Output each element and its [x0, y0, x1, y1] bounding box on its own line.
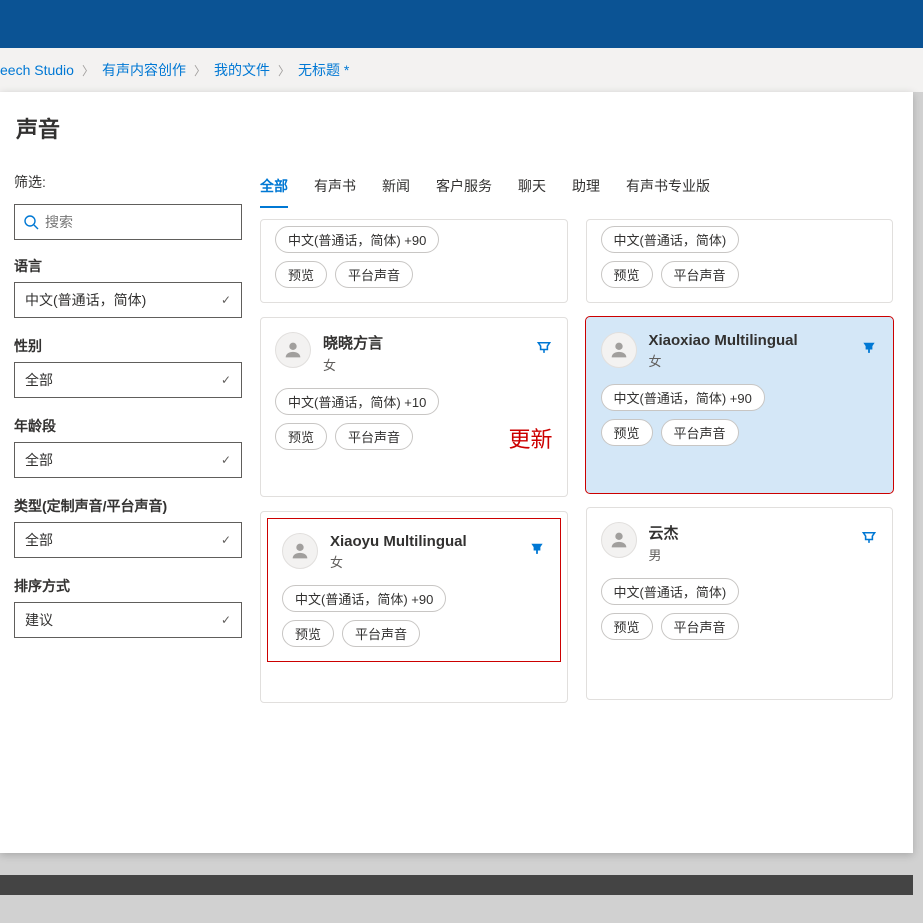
avatar [282, 533, 318, 569]
pin-icon[interactable] [860, 526, 878, 547]
search-field[interactable] [45, 214, 233, 230]
language-chip: 中文(普通话，简体) +90 [275, 226, 439, 253]
top-banner [0, 0, 923, 48]
voice-name: Xiaoxiao Multilingual [649, 332, 798, 349]
language-select[interactable]: 中文(普通话，简体) ✓ [14, 282, 242, 318]
main-content: 全部 有声书 新闻 客户服务 聊天 助理 有声书专业版 中文(普通话，简体) +… [260, 172, 893, 703]
pin-icon[interactable] [860, 336, 878, 357]
chevron-down-icon: ✓ [221, 293, 231, 307]
category-tabs: 全部 有声书 新闻 客户服务 聊天 助理 有声书专业版 [260, 172, 893, 209]
breadcrumb: eech Studio 〉 有声内容创作 〉 我的文件 〉 无标题 * [0, 48, 923, 92]
platform-chip: 平台声音 [661, 613, 739, 640]
pin-icon[interactable] [535, 336, 553, 357]
breadcrumb-item[interactable]: eech Studio [0, 62, 74, 78]
chevron-right-icon: 〉 [82, 62, 94, 79]
sort-label: 排序方式 [14, 576, 242, 596]
chevron-down-icon: ✓ [221, 453, 231, 467]
type-select[interactable]: 全部 ✓ [14, 522, 242, 558]
chevron-down-icon: ✓ [221, 373, 231, 387]
type-value: 全部 [25, 530, 53, 550]
platform-chip: 平台声音 [661, 261, 739, 288]
sort-select[interactable]: 建议 ✓ [14, 602, 242, 638]
preview-chip[interactable]: 预览 [275, 423, 327, 450]
voice-gender: 女 [330, 552, 467, 571]
breadcrumb-item[interactable]: 我的文件 [214, 60, 270, 80]
filter-heading: 筛选: [14, 172, 242, 192]
gender-value: 全部 [25, 370, 53, 390]
platform-chip: 平台声音 [342, 620, 420, 647]
tab-audiobook[interactable]: 有声书 [314, 172, 356, 208]
chevron-down-icon: ✓ [221, 613, 231, 627]
language-chip: 中文(普通话，简体) +90 [282, 585, 446, 612]
age-select[interactable]: 全部 ✓ [14, 442, 242, 478]
platform-chip: 平台声音 [661, 419, 739, 446]
preview-chip[interactable]: 预览 [275, 261, 327, 288]
search-icon [23, 214, 39, 230]
voice-card[interactable]: 中文(普通话，简体) 预览 平台声音 [586, 219, 894, 303]
avatar [601, 522, 637, 558]
voice-name: 晓晓方言 [323, 332, 383, 353]
age-value: 全部 [25, 450, 53, 470]
voice-name: 云杰 [649, 522, 679, 543]
voice-card-yunjie[interactable]: 云杰 男 中文(普通话，简体) 预览 平台声音 [586, 507, 894, 700]
tab-all[interactable]: 全部 [260, 172, 288, 208]
voice-card-xiaoyu-wrapper[interactable]: Xiaoyu Multilingual 女 中文(普通话，简体) +90 预览 … [260, 511, 568, 703]
sort-value: 建议 [25, 610, 53, 630]
type-label: 类型(定制声音/平台声音) [14, 496, 242, 516]
voice-name: Xiaoyu Multilingual [330, 533, 467, 550]
pin-icon[interactable] [528, 537, 546, 558]
preview-chip[interactable]: 预览 [601, 261, 653, 288]
breadcrumb-item[interactable]: 无标题 * [298, 60, 349, 80]
preview-chip[interactable]: 预览 [282, 620, 334, 647]
tab-chat[interactable]: 聊天 [518, 172, 546, 208]
preview-chip[interactable]: 预览 [601, 613, 653, 640]
page-title: 声音 [16, 112, 893, 144]
avatar [275, 332, 311, 368]
platform-chip: 平台声音 [335, 261, 413, 288]
language-label: 语言 [14, 256, 242, 276]
voices-panel: 声音 筛选: 语言 中文(普通话，简体) ✓ 性别 全部 ✓ 年龄段 全部 ✓ [0, 92, 913, 853]
language-chip: 中文(普通话，简体) +10 [275, 388, 439, 415]
language-chip: 中文(普通话，简体) +90 [601, 384, 765, 411]
voice-gender: 男 [649, 545, 679, 564]
platform-chip: 平台声音 [335, 423, 413, 450]
language-chip: 中文(普通话，简体) [601, 578, 740, 605]
tab-news[interactable]: 新闻 [382, 172, 410, 208]
avatar [601, 332, 637, 368]
language-value: 中文(普通话，简体) [25, 290, 146, 310]
gender-label: 性别 [14, 336, 242, 356]
voice-gender: 女 [649, 351, 798, 370]
gender-select[interactable]: 全部 ✓ [14, 362, 242, 398]
voice-card-xiaoxiao-dialect[interactable]: 晓晓方言 女 中文(普通话，简体) +10 预览 平台声音 [260, 317, 568, 497]
language-chip: 中文(普通话，简体) [601, 226, 740, 253]
age-label: 年龄段 [14, 416, 242, 436]
voice-card-xiaoxiao-multilingual[interactable]: Xiaoxiao Multilingual 女 中文(普通话，简体) +90 预… [586, 317, 894, 493]
chevron-down-icon: ✓ [221, 533, 231, 547]
breadcrumb-item[interactable]: 有声内容创作 [102, 60, 186, 80]
footer-bar [0, 875, 913, 895]
chevron-right-icon: 〉 [278, 62, 290, 79]
filter-sidebar: 筛选: 语言 中文(普通话，简体) ✓ 性别 全部 ✓ 年龄段 全部 ✓ 类型(… [14, 172, 242, 703]
tab-audiobook-pro[interactable]: 有声书专业版 [626, 172, 710, 208]
preview-chip[interactable]: 预览 [601, 419, 653, 446]
voice-card[interactable]: 中文(普通话，简体) +90 预览 平台声音 [260, 219, 568, 303]
tab-customer-service[interactable]: 客户服务 [436, 172, 492, 208]
tab-assistant[interactable]: 助理 [572, 172, 600, 208]
voice-card-xiaoyu-multilingual[interactable]: Xiaoyu Multilingual 女 中文(普通话，简体) +90 预览 … [267, 518, 561, 662]
search-input[interactable] [14, 204, 242, 240]
voice-gender: 女 [323, 355, 383, 374]
chevron-right-icon: 〉 [194, 62, 206, 79]
